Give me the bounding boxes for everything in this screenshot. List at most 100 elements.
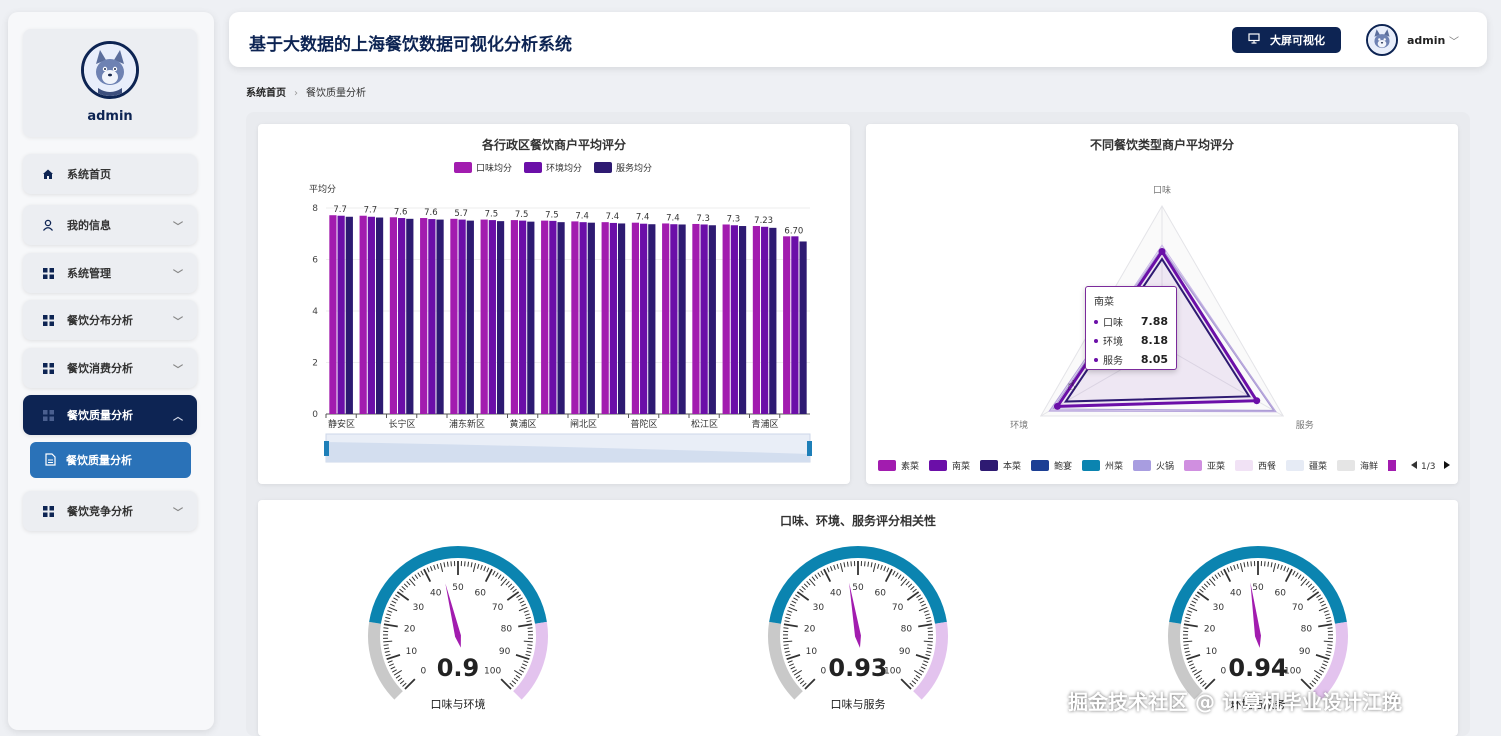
- bar[interactable]: [609, 222, 617, 414]
- slider-handle-right[interactable]: [807, 441, 812, 456]
- bar[interactable]: [662, 223, 670, 414]
- bar[interactable]: [791, 236, 799, 414]
- bar[interactable]: [549, 220, 557, 414]
- legend-label[interactable]: 服务均分: [616, 162, 652, 174]
- bar[interactable]: [359, 215, 367, 414]
- radar-point[interactable]: [1158, 248, 1166, 255]
- bar[interactable]: [708, 225, 716, 414]
- bar[interactable]: [752, 226, 761, 414]
- bar[interactable]: [692, 223, 700, 414]
- legend-label[interactable]: 州菜: [1105, 460, 1123, 472]
- bar[interactable]: [389, 217, 398, 414]
- legend-label[interactable]: 本菜: [1003, 460, 1021, 472]
- bar[interactable]: [466, 220, 474, 414]
- bar[interactable]: [541, 220, 549, 414]
- legend-label[interactable]: 亚菜: [1207, 460, 1225, 472]
- legend-swatch[interactable]: [594, 162, 612, 173]
- bar[interactable]: [329, 215, 337, 414]
- legend-swatch[interactable]: [524, 162, 542, 173]
- legend-swatch[interactable]: [1337, 460, 1355, 471]
- bar[interactable]: [398, 218, 406, 414]
- bar[interactable]: [678, 224, 686, 414]
- bar[interactable]: [337, 215, 345, 414]
- breadcrumb-home[interactable]: 系统首页: [246, 88, 286, 99]
- avatar[interactable]: [81, 41, 139, 99]
- slider-handle-left[interactable]: [324, 441, 329, 456]
- legend-next-icon[interactable]: [1444, 461, 1450, 469]
- sidebar-item-home[interactable]: 系统首页: [23, 154, 197, 194]
- legend-swatch[interactable]: [454, 162, 472, 173]
- bar[interactable]: [587, 222, 595, 414]
- bar[interactable]: [420, 218, 428, 414]
- legend-prev-icon[interactable]: [1411, 461, 1417, 469]
- bar[interactable]: [480, 219, 488, 414]
- legend-swatch[interactable]: [1286, 460, 1304, 471]
- sidebar-item-distribution[interactable]: 餐饮分布分析 ﹀: [23, 300, 197, 340]
- sidebar-item-my-info[interactable]: 我的信息 ﹀: [23, 205, 197, 245]
- bar[interactable]: [738, 226, 747, 414]
- bar[interactable]: [375, 217, 384, 414]
- sidebar-subitem-quality[interactable]: 餐饮质量分析: [30, 442, 191, 478]
- bar[interactable]: [648, 224, 656, 414]
- bar[interactable]: [496, 221, 505, 414]
- bar[interactable]: [783, 236, 791, 414]
- bar[interactable]: [670, 224, 678, 414]
- legend-label[interactable]: 南菜: [952, 460, 970, 472]
- bar[interactable]: [631, 222, 640, 414]
- bar[interactable]: [722, 224, 730, 414]
- bar[interactable]: [458, 219, 466, 414]
- bar[interactable]: [769, 227, 777, 414]
- bar[interactable]: [557, 222, 565, 414]
- legend-label[interactable]: 口味均分: [476, 162, 512, 174]
- bar[interactable]: [450, 218, 458, 414]
- zoom-slider[interactable]: [324, 433, 812, 463]
- radar-point[interactable]: [1253, 397, 1261, 405]
- legend-label[interactable]: 鲍宴: [1054, 460, 1072, 472]
- bar[interactable]: [571, 221, 579, 414]
- bar[interactable]: [617, 223, 626, 414]
- bigscreen-button[interactable]: 大屏可视化: [1232, 27, 1341, 53]
- legend-label[interactable]: 素菜: [901, 460, 919, 472]
- legend-label[interactable]: 火锅: [1156, 461, 1174, 472]
- sidebar-item-competition[interactable]: 餐饮竞争分析 ﹀: [23, 491, 197, 531]
- bar[interactable]: [579, 222, 587, 414]
- legend-label[interactable]: 环境均分: [546, 162, 582, 174]
- gauge-tick-label: 40: [830, 588, 842, 598]
- gauge-tick: [817, 572, 821, 578]
- legend-swatch[interactable]: [1082, 460, 1100, 471]
- header-avatar[interactable]: [1366, 24, 1398, 56]
- legend-swatch[interactable]: [980, 460, 998, 471]
- bar[interactable]: [730, 225, 738, 414]
- bar[interactable]: [799, 241, 807, 414]
- bar[interactable]: [428, 219, 436, 414]
- sidebar-item-label: 餐饮竞争分析: [67, 505, 133, 518]
- bar[interactable]: [510, 220, 519, 414]
- legend-swatch[interactable]: [1031, 460, 1049, 471]
- radar-point[interactable]: [1053, 402, 1061, 410]
- bar[interactable]: [436, 219, 444, 414]
- legend-swatch[interactable]: [1184, 460, 1202, 471]
- bar[interactable]: [406, 218, 414, 414]
- bar[interactable]: [527, 221, 535, 414]
- bar[interactable]: [700, 224, 708, 414]
- legend-label[interactable]: 疆菜: [1309, 460, 1327, 472]
- legend-swatch[interactable]: [1133, 460, 1151, 471]
- legend-label[interactable]: 海鲜: [1360, 460, 1378, 472]
- bar[interactable]: [519, 220, 527, 414]
- legend-swatch[interactable]: [1388, 460, 1396, 471]
- legend-swatch[interactable]: [878, 460, 896, 471]
- chevron-down-icon[interactable]: ﹀: [1449, 33, 1459, 48]
- legend-swatch[interactable]: [929, 460, 947, 471]
- bar[interactable]: [761, 226, 769, 414]
- bar[interactable]: [345, 216, 353, 414]
- sidebar-item-system[interactable]: 系统管理 ﹀: [23, 253, 197, 293]
- bar[interactable]: [601, 222, 609, 414]
- bar[interactable]: [488, 220, 496, 414]
- header-username[interactable]: admin: [1407, 34, 1445, 47]
- bar[interactable]: [640, 223, 648, 414]
- legend-swatch[interactable]: [1235, 460, 1253, 471]
- bar[interactable]: [367, 216, 375, 414]
- legend-label[interactable]: 西餐: [1258, 460, 1276, 472]
- sidebar-item-quality[interactable]: 餐饮质量分析 ︿: [23, 395, 197, 435]
- sidebar-item-consumption[interactable]: 餐饮消费分析 ﹀: [23, 348, 197, 388]
